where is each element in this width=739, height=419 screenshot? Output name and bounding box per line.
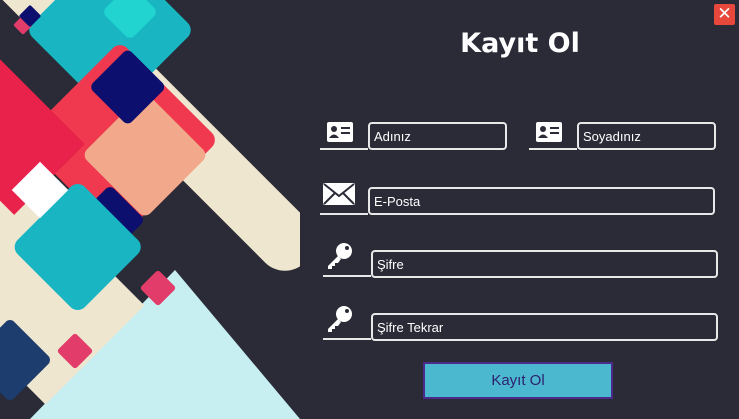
password-confirm-input[interactable]: Şifre Tekrar (371, 313, 718, 341)
close-button[interactable]: ✕ (714, 4, 735, 25)
decorative-artwork (0, 0, 300, 419)
email-input[interactable]: E-Posta (368, 187, 715, 215)
first-name-input[interactable]: Adınız (368, 122, 507, 150)
password-underline (323, 275, 371, 277)
password-confirm-underline (323, 338, 371, 340)
password-input[interactable]: Şifre (371, 250, 718, 278)
email-underline (320, 213, 368, 215)
first-name-underline (320, 148, 368, 150)
register-button[interactable]: Kayıt Ol (423, 362, 613, 399)
id-card-icon (326, 121, 354, 148)
page-title: Kayıt Ol (460, 28, 580, 59)
envelope-icon (322, 182, 356, 211)
last-name-input[interactable]: Soyadınız (577, 122, 716, 150)
key-icon (326, 242, 354, 275)
id-card-icon (535, 121, 563, 148)
last-name-underline (529, 148, 577, 150)
register-window: Kayıt Ol ✕ Adınız Soyadınız E-Posta Şifr… (0, 0, 739, 419)
key-icon (326, 305, 354, 338)
